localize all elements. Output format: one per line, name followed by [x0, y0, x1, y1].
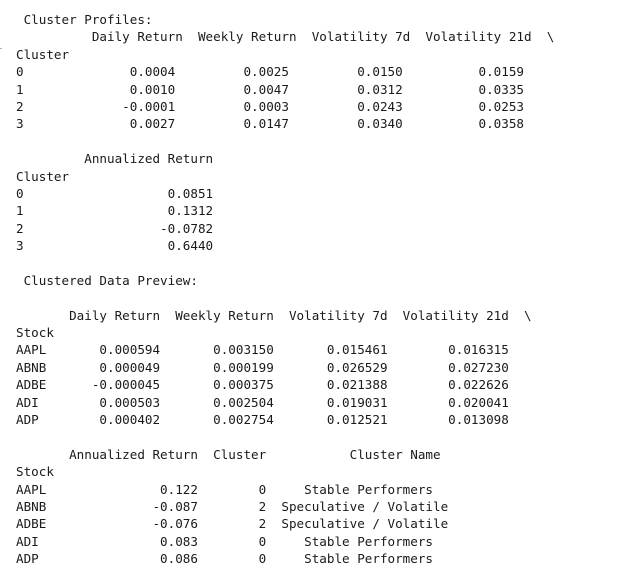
- output-line: Clustered Data Preview:: [16, 272, 198, 288]
- output-line: 0 0.0851: [16, 185, 214, 201]
- output-line: Cluster: [16, 46, 70, 62]
- output-line: ADP 0.086 0 Stable Performers: [16, 551, 434, 567]
- output-line: ADP 0.000402 0.002754 0.012521 0.013098: [16, 411, 509, 427]
- output-line: Cluster Profiles:: [16, 12, 153, 27]
- output-line: 2 -0.0001 0.0003 0.0243 0.0253: [16, 98, 524, 114]
- output-line: ADI 0.083 0 Stable Performers: [16, 533, 434, 549]
- output-line: ADI 0.000503 0.002504 0.019031 0.020041: [16, 394, 509, 410]
- output-line: Daily Return Weekly Return Volatility 7d…: [16, 29, 555, 45]
- output-line: 1 0.1312: [16, 203, 214, 219]
- output-line: Annualized Return Cluster Cluster Name: [16, 446, 441, 462]
- output-line: 3 0.6440: [16, 238, 214, 254]
- output-line: 3 0.0027 0.0147 0.0340 0.0358: [16, 116, 524, 132]
- cell-output-area: Cluster Profiles: Daily Return Weekly Re…: [0, 0, 626, 576]
- output-line: 0 0.0004 0.0025 0.0150 0.0159: [16, 64, 524, 80]
- output-line: Daily Return Weekly Return Volatility 7d…: [16, 307, 532, 323]
- output-line: ABNB -0.087 2 Speculative / Volatile: [16, 498, 449, 514]
- output-line: Annualized Return: [16, 151, 214, 167]
- output-line: AAPL 0.122 0 Stable Performers: [16, 481, 434, 497]
- output-line: 1 0.0010 0.0047 0.0312 0.0335: [16, 81, 524, 97]
- output-line: ABNB 0.000049 0.000199 0.026529 0.027230: [16, 359, 509, 375]
- output-text: Cluster Profiles: Daily Return Weekly Re…: [16, 11, 554, 568]
- output-line: Stock: [16, 464, 54, 480]
- output-line: AAPL 0.000594 0.003150 0.015461 0.016315: [16, 342, 509, 358]
- output-line: Cluster: [16, 168, 70, 184]
- output-line: ADBE -0.000045 0.000375 0.021388 0.02262…: [16, 377, 509, 393]
- output-line: ADBE -0.076 2 Speculative / Volatile: [16, 516, 449, 532]
- output-line: 2 -0.0782: [16, 220, 214, 236]
- output-line: Stock: [16, 325, 54, 341]
- output-edge-marker: [0, 48, 2, 49]
